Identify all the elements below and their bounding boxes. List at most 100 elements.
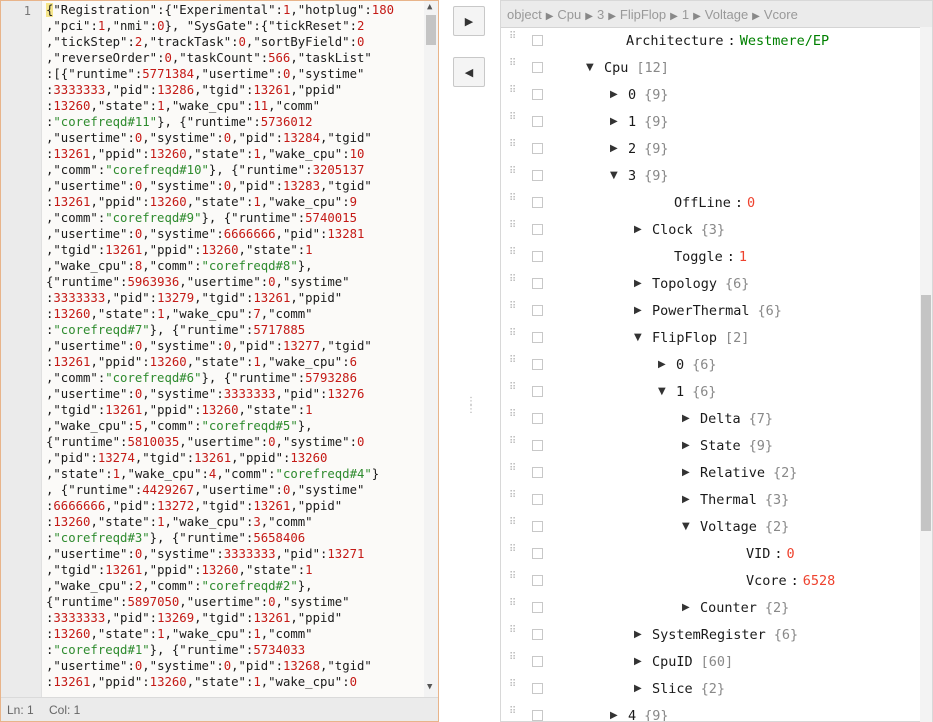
context-menu-icon[interactable]	[532, 683, 543, 694]
tree-field[interactable]: State	[700, 438, 741, 454]
breadcrumb-item[interactable]: Cpu	[557, 7, 581, 22]
drag-handle-icon[interactable]: ⠿	[509, 545, 518, 560]
drag-handle-icon[interactable]: ⠿	[509, 32, 518, 47]
editor-scrollbar-thumb[interactable]	[426, 15, 436, 45]
tree-value[interactable]: 6528	[803, 573, 836, 589]
tree-row[interactable]: ⠿ Vcore:6528	[501, 568, 921, 595]
tree-field[interactable]: Voltage	[700, 519, 757, 535]
context-menu-icon[interactable]	[532, 197, 543, 208]
drag-handle-icon[interactable]: ⠿	[509, 707, 518, 721]
context-menu-icon[interactable]	[532, 251, 543, 262]
breadcrumb-item[interactable]: Voltage	[705, 7, 748, 22]
collapsed-caret-icon[interactable]: ▶	[634, 629, 642, 640]
context-menu-icon[interactable]	[532, 575, 543, 586]
tree-row[interactable]: ⠿ VID:0	[501, 541, 921, 568]
context-menu-icon[interactable]	[532, 602, 543, 613]
collapsed-caret-icon[interactable]: ▶	[610, 710, 618, 721]
tree-row[interactable]: ⠿ ▶ Relative {2}	[501, 460, 921, 487]
tree-field[interactable]: Vcore	[746, 573, 787, 589]
tree-field[interactable]: Slice	[652, 681, 693, 697]
expanded-caret-icon[interactable]: ▼	[586, 62, 594, 73]
tree-row[interactable]: ⠿ ▶ Counter {2}	[501, 595, 921, 622]
drag-handle-icon[interactable]: ⠿	[509, 302, 518, 317]
drag-handle-icon[interactable]: ⠿	[509, 275, 518, 290]
tree-field[interactable]: Counter	[700, 600, 757, 616]
context-menu-icon[interactable]	[532, 89, 543, 100]
drag-handle-icon[interactable]: ⠿	[509, 599, 518, 614]
tree-field[interactable]: FlipFlop	[652, 330, 717, 346]
context-menu-icon[interactable]	[532, 467, 543, 478]
tree-field[interactable]: 0	[628, 87, 636, 103]
tree-field[interactable]: 0	[676, 357, 684, 373]
scroll-down-icon[interactable]: ▼	[427, 682, 432, 692]
tree-value[interactable]: 0	[787, 546, 795, 562]
scroll-up-icon[interactable]: ▲	[427, 2, 432, 12]
drag-handle-icon[interactable]: ⠿	[509, 410, 518, 425]
drag-handle-icon[interactable]: ⠿	[509, 437, 518, 452]
collapsed-caret-icon[interactable]: ▶	[634, 278, 642, 289]
collapsed-caret-icon[interactable]: ▶	[682, 440, 690, 451]
tree-field[interactable]: PowerThermal	[652, 303, 750, 319]
tree-row[interactable]: ⠿ ▶ Delta {7}	[501, 406, 921, 433]
context-menu-icon[interactable]	[532, 224, 543, 235]
tree-row[interactable]: ⠿ ▼ 3 {9}	[501, 163, 921, 190]
context-menu-icon[interactable]	[532, 359, 543, 370]
tree-field[interactable]: VID	[746, 546, 770, 562]
code-text-area[interactable]: {"Registration":{"Experimental":1,"hotpl…	[46, 2, 422, 697]
drag-handle-icon[interactable]: ⠿	[509, 59, 518, 74]
context-menu-icon[interactable]	[532, 278, 543, 289]
tree-row[interactable]: ⠿ ▶ Thermal {3}	[501, 487, 921, 514]
drag-handle-icon[interactable]: ⠿	[509, 248, 518, 263]
tree-field[interactable]: 3	[628, 168, 636, 184]
collapsed-caret-icon[interactable]: ▶	[634, 305, 642, 316]
expanded-caret-icon[interactable]: ▼	[682, 521, 690, 532]
drag-handle-icon[interactable]: ⠿	[509, 491, 518, 506]
breadcrumb-item[interactable]: 3	[597, 7, 604, 22]
collapsed-caret-icon[interactable]: ▶	[682, 494, 690, 505]
collapsed-caret-icon[interactable]: ▶	[634, 224, 642, 235]
drag-handle-icon[interactable]: ⠿	[509, 653, 518, 668]
collapsed-caret-icon[interactable]: ▶	[634, 683, 642, 694]
tree-field[interactable]: SystemRegister	[652, 627, 766, 643]
tree-value[interactable]: 0	[747, 195, 755, 211]
context-menu-icon[interactable]	[532, 170, 543, 181]
tree-row[interactable]: ⠿ OffLine:0	[501, 190, 921, 217]
tree-row[interactable]: ⠿ ▶ PowerThermal {6}	[501, 298, 921, 325]
tree-row[interactable]: ⠿ ▶ State {9}	[501, 433, 921, 460]
tree-field[interactable]: OffLine	[674, 195, 731, 211]
breadcrumb-item[interactable]: object	[507, 7, 542, 22]
json-tree[interactable]: ⠿ Architecture: Westmere/EP ⠿ ▼ Cpu [12] ⠿ ▶ 0 {9}…	[501, 28, 921, 721]
drag-handle-icon[interactable]: ⠿	[509, 167, 518, 182]
tree-row[interactable]: ⠿ ▶ 4 {9}	[501, 703, 921, 721]
tree-value[interactable]: Westmere/EP	[740, 33, 829, 49]
collapsed-caret-icon[interactable]: ▶	[610, 89, 618, 100]
tree-row[interactable]: ⠿ ▼ FlipFlop [2]	[501, 325, 921, 352]
expanded-caret-icon[interactable]: ▼	[658, 386, 666, 397]
context-menu-icon[interactable]	[532, 440, 543, 451]
drag-handle-icon[interactable]: ⠿	[509, 680, 518, 695]
drag-handle-icon[interactable]: ⠿	[509, 518, 518, 533]
context-menu-icon[interactable]	[532, 62, 543, 73]
editor-scrollbar[interactable]: ▲ ▼	[424, 1, 438, 697]
drag-handle-icon[interactable]: ⠿	[509, 626, 518, 641]
tree-view-pane[interactable]: object ▶ Cpu ▶ 3 ▶ FlipFlop ▶ 1 ▶ Voltage ▶ Vcore ⠿ A…	[500, 0, 933, 722]
drag-handle-icon[interactable]: ⠿	[509, 86, 518, 101]
tree-row[interactable]: ⠿ ▶ Clock {3}	[501, 217, 921, 244]
context-menu-icon[interactable]	[532, 116, 543, 127]
context-menu-icon[interactable]	[532, 386, 543, 397]
collapsed-caret-icon[interactable]: ▶	[610, 143, 618, 154]
tree-field[interactable]: Clock	[652, 222, 693, 238]
expanded-caret-icon[interactable]: ▼	[634, 332, 642, 343]
tree-row[interactable]: ⠿ ▶ 0 {9}	[501, 82, 921, 109]
tree-row[interactable]: ⠿ Architecture: Westmere/EP	[501, 28, 921, 55]
drag-handle-icon[interactable]: ⠿	[509, 356, 518, 371]
drag-handle-icon[interactable]: ⠿	[509, 329, 518, 344]
tree-row[interactable]: ⠿ ▶ Topology {6}	[501, 271, 921, 298]
context-menu-icon[interactable]	[532, 521, 543, 532]
context-menu-icon[interactable]	[532, 710, 543, 721]
collapsed-caret-icon[interactable]: ▶	[682, 602, 690, 613]
drag-handle-icon[interactable]: ⠿	[509, 572, 518, 587]
tree-row[interactable]: ⠿ ▶ 1 {9}	[501, 109, 921, 136]
tree-row[interactable]: ⠿ ▶ 0 {6}	[501, 352, 921, 379]
tree-field[interactable]: 1	[676, 384, 684, 400]
